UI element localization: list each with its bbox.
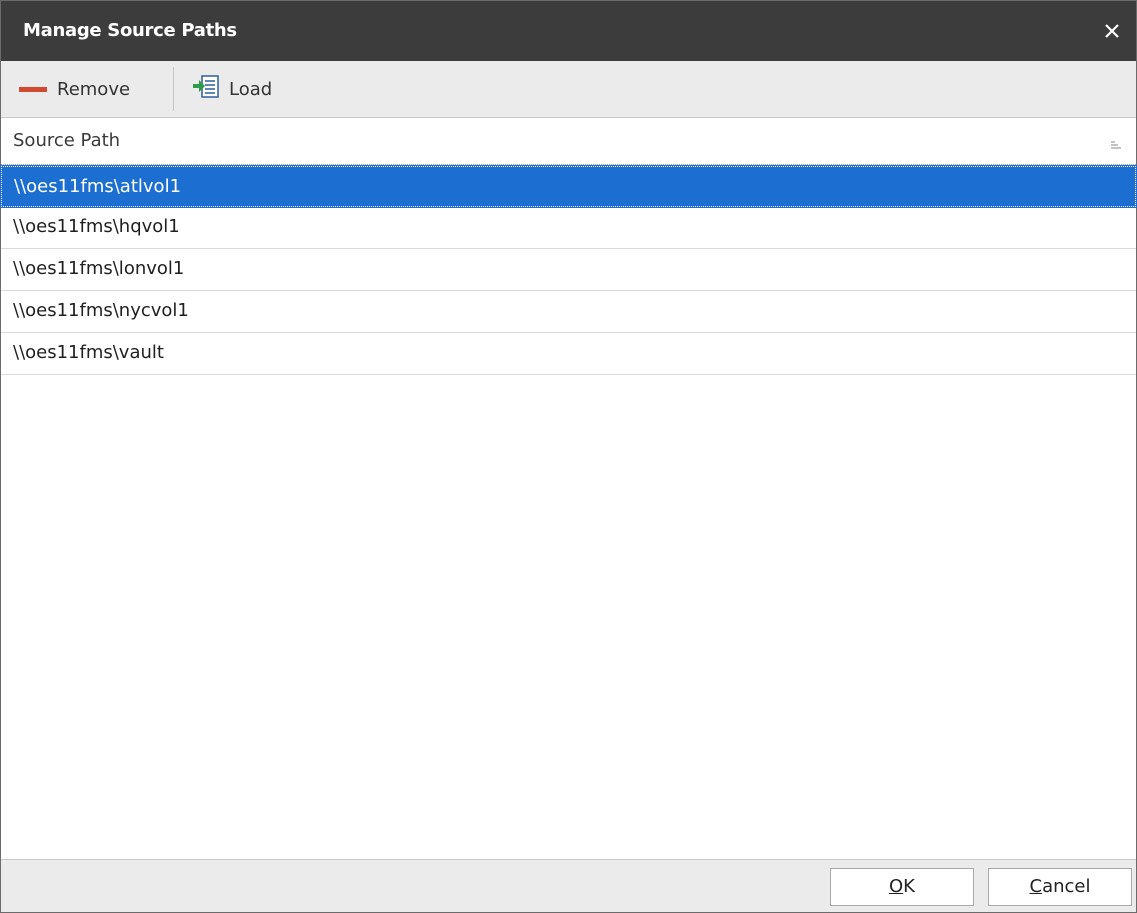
load-list-icon — [191, 74, 221, 105]
table-row[interactable]: \\oes11fms\nycvol1 — [1, 291, 1136, 333]
column-header-source-path[interactable]: Source Path — [1, 118, 1136, 165]
close-button[interactable] — [1092, 11, 1132, 51]
cancel-button[interactable]: Cancel — [988, 868, 1132, 906]
column-sort-icon[interactable] — [1110, 136, 1122, 149]
remove-button-label: Remove — [57, 78, 131, 100]
minus-icon — [19, 86, 47, 92]
source-path-cell: \\oes11fms\hqvol1 — [13, 216, 180, 237]
source-path-grid: Source Path \\oes11fms\atlvol1 \\oes11fm… — [0, 118, 1137, 860]
table-row[interactable]: \\oes11fms\atlvol1 — [0, 165, 1137, 208]
load-button[interactable]: Load — [191, 69, 272, 109]
toolbar-separator — [173, 67, 174, 111]
dialog-footer: OK Cancel — [1, 859, 1136, 912]
ok-button[interactable]: OK — [830, 868, 974, 906]
dialog-title: Manage Source Paths — [23, 20, 237, 41]
source-path-cell: \\oes11fms\vault — [13, 342, 164, 363]
remove-button[interactable]: Remove — [19, 69, 130, 109]
load-button-label: Load — [229, 78, 273, 100]
table-row[interactable]: \\oes11fms\vault — [1, 333, 1136, 375]
close-icon — [1092, 11, 1132, 51]
table-row[interactable]: \\oes11fms\lonvol1 — [1, 249, 1136, 291]
table-row[interactable]: \\oes11fms\hqvol1 — [1, 207, 1136, 249]
column-header-label: Source Path — [13, 130, 121, 151]
source-path-cell: \\oes11fms\lonvol1 — [13, 258, 185, 279]
toolbar: Remove Load — [1, 61, 1136, 118]
manage-source-paths-dialog: Manage Source Paths Remove Load Source P… — [0, 0, 1137, 913]
source-path-cell: \\oes11fms\nycvol1 — [13, 300, 189, 321]
source-path-cell: \\oes11fms\atlvol1 — [14, 176, 182, 197]
title-bar: Manage Source Paths — [1, 1, 1136, 61]
grid-rows: \\oes11fms\atlvol1 \\oes11fms\hqvol1 \\o… — [0, 165, 1137, 375]
